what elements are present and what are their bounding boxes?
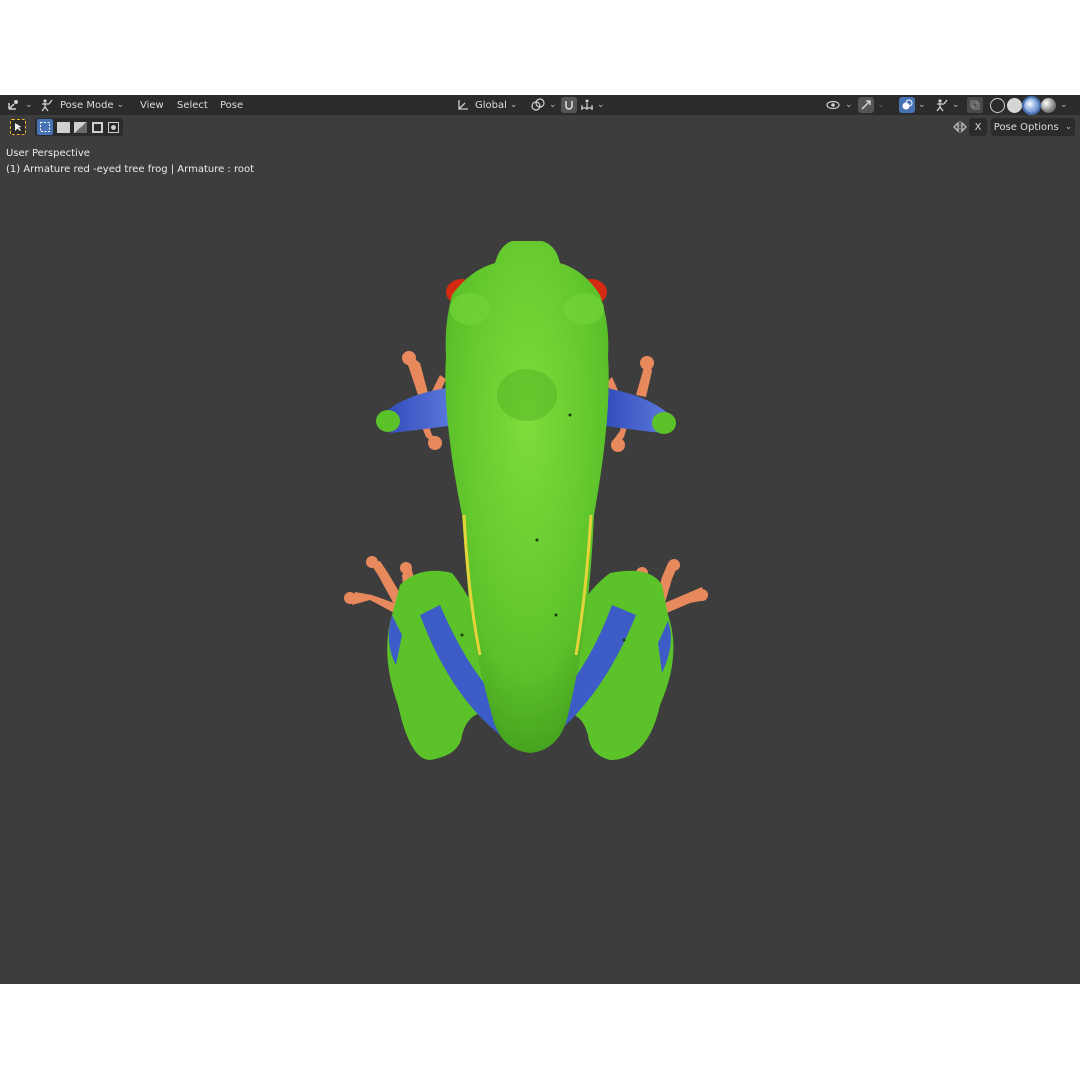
blender-window: ⌄ Pose Mode ⌄ View Select Pose Global ⌄ ⌄ — [0, 95, 1080, 984]
frog-model[interactable] — [0, 95, 1080, 984]
left-front-arm — [376, 387, 456, 433]
